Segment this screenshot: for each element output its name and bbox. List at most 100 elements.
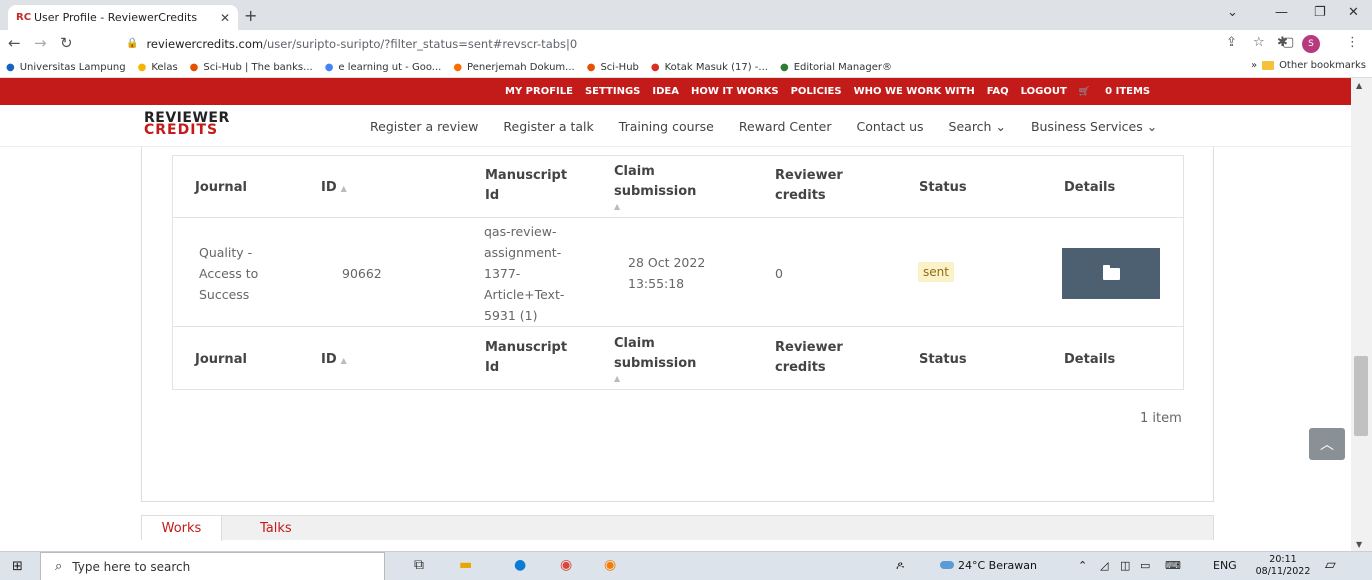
task-view-icon[interactable]: ⧉	[414, 557, 424, 573]
mainnav-item-contact-us[interactable]: Contact us	[856, 119, 923, 134]
mainnav-item-reward-center[interactable]: Reward Center	[739, 119, 832, 134]
mainnav-item-business-services[interactable]: Business Services ⌄	[1031, 119, 1157, 134]
mainnav-item-search[interactable]: Search ⌄	[949, 119, 1006, 134]
url-field[interactable]: 🔒 reviewercredits.com/user/suripto-surip…	[126, 34, 1206, 53]
network-icon[interactable]: ◿	[1100, 559, 1108, 572]
edge-icon[interactable]: ●	[514, 557, 526, 573]
new-tab-icon[interactable]: +	[244, 6, 257, 25]
col-footer-status[interactable]: Status	[919, 350, 967, 370]
tab-search-chevron-icon[interactable]: ⌄	[1227, 5, 1238, 20]
col-footer-id[interactable]: ID ▲	[321, 350, 347, 371]
reviewercredits-logo[interactable]: REVIEWER CREDITS	[144, 111, 230, 137]
back-icon[interactable]: ←	[8, 34, 21, 52]
keyboard-icon[interactable]: ⌨	[1165, 559, 1181, 572]
page-scrollbar[interactable]: ▲ ▼	[1351, 78, 1372, 551]
forward-icon[interactable]: →	[34, 34, 47, 52]
col-header-manuscript[interactable]: Manuscript Id	[485, 166, 567, 206]
col-footer-manuscript[interactable]: Manuscript Id	[485, 338, 567, 378]
details-button[interactable]	[1062, 248, 1160, 299]
col-header-id[interactable]: ID ▲	[321, 178, 347, 199]
chrome-menu-icon[interactable]: ⋮	[1346, 35, 1359, 50]
bookmark-item[interactable]: ● Universitas Lampung	[6, 62, 126, 73]
col-header-details[interactable]: Details	[1064, 178, 1115, 198]
other-bookmarks[interactable]: » Other bookmarks	[1251, 60, 1366, 71]
mainnav-item-register-a-review[interactable]: Register a review	[370, 119, 478, 134]
back-to-top-button[interactable]: ︿	[1309, 428, 1345, 460]
folder-icon	[1262, 61, 1275, 70]
col-footer-credits[interactable]: Reviewer credits	[775, 338, 843, 378]
people-icon[interactable]: ዶ	[896, 559, 904, 573]
topnav-item-my-profile[interactable]: MY PROFILE	[505, 86, 573, 97]
volume-icon[interactable]: ◫	[1120, 559, 1130, 572]
topnav-item-logout[interactable]: LOGOUT	[1021, 86, 1067, 97]
col-header-credits[interactable]: Reviewer credits	[775, 166, 843, 206]
bookmarks-overflow-icon[interactable]: »	[1251, 60, 1257, 71]
cell-journal-l3: Success	[199, 287, 250, 302]
bookmark-label: Kotak Masuk (17) -...	[664, 61, 768, 73]
col-footer-manuscript-l2: Id	[485, 360, 500, 375]
topnav-item-who-we-work-with[interactable]: WHO WE WORK WITH	[854, 86, 975, 97]
language-indicator[interactable]: ENG	[1213, 559, 1237, 572]
scrollbar-thumb[interactable]	[1354, 356, 1368, 436]
chrome-icon[interactable]: ◉	[560, 557, 572, 573]
sidepanel-icon[interactable]: ▢	[1282, 35, 1294, 50]
topnav-item-0-items[interactable]: 🛒 0 ITEMS	[1079, 86, 1150, 97]
topnav-item-idea[interactable]: IDEA	[652, 86, 679, 97]
bookmark-item[interactable]: ● Sci-Hub	[587, 62, 639, 73]
share-icon[interactable]: ⇪	[1226, 35, 1237, 50]
bookmark-item[interactable]: ● e learning ut - Goo...	[325, 62, 442, 73]
mainnav-item-training-course[interactable]: Training course	[619, 119, 714, 134]
translate-icon: ●	[453, 61, 463, 73]
topnav-item-policies[interactable]: POLICIES	[791, 86, 842, 97]
folder-icon	[1102, 264, 1120, 280]
bookmark-label: Editorial Manager®	[793, 61, 892, 73]
restore-icon[interactable]: ❐	[1314, 5, 1326, 20]
cell-journal-l1: Quality -	[199, 245, 253, 260]
mainnav-item-register-a-talk[interactable]: Register a talk	[503, 119, 593, 134]
bookmark-item[interactable]: ● Kelas	[138, 62, 178, 73]
col-footer-journal[interactable]: Journal	[195, 350, 247, 370]
topnav-item-faq[interactable]: FAQ	[987, 86, 1009, 97]
col-footer-claim-l2: submission	[614, 356, 697, 371]
reload-icon[interactable]: ↻	[60, 34, 73, 52]
weather-widget[interactable]: 24°C Berawan	[940, 559, 1037, 572]
profile-avatar[interactable]: S	[1302, 35, 1320, 53]
site-favicon-icon: RC	[16, 12, 32, 23]
taskbar-clock[interactable]: 20:11 08/11/2022	[1253, 554, 1313, 578]
bookmark-item[interactable]: ● Kotak Masuk (17) -...	[651, 62, 768, 73]
cell-claim-date: 28 Oct 2022	[628, 255, 706, 270]
col-header-journal[interactable]: Journal	[195, 178, 247, 198]
scihub-icon: ●	[189, 61, 199, 73]
tab-works[interactable]: Works	[142, 516, 222, 541]
bookmark-star-icon[interactable]: ☆	[1253, 35, 1265, 50]
scroll-down-icon[interactable]: ▼	[1356, 540, 1362, 549]
taskbar-search-input[interactable]: ⌕ Type here to search	[40, 552, 385, 580]
minimize-icon[interactable]: —	[1275, 5, 1288, 20]
brave-icon[interactable]: ◉	[604, 557, 616, 573]
bookmark-item[interactable]: ● Penerjemah Dokum...	[453, 62, 574, 73]
windows-start-icon[interactable]: ⊞	[12, 559, 23, 574]
bookmark-item[interactable]: ● Editorial Manager®	[780, 62, 892, 73]
close-tab-icon[interactable]: ✕	[220, 11, 230, 25]
windows-taskbar: ⊞ ⌕ Type here to search ⧉ ▬ ● ◉ ◉ ዶ 24°C…	[0, 551, 1372, 580]
close-window-icon[interactable]: ✕	[1348, 5, 1359, 20]
tab-talks[interactable]: Talks	[260, 516, 320, 541]
col-header-claim[interactable]: Claim submission ▲	[614, 162, 696, 212]
sort-icon: ▲	[614, 202, 621, 211]
gmail-icon: ●	[650, 61, 660, 73]
tray-overflow-icon[interactable]: ⌃	[1078, 559, 1087, 572]
notification-icon[interactable]: ▱	[1325, 557, 1336, 573]
topnav-item-how-it-works[interactable]: HOW IT WORKS	[691, 86, 779, 97]
bookmark-item[interactable]: ● Sci-Hub | The banks...	[190, 62, 313, 73]
site-header: REVIEWER CREDITS Register a review Regist…	[0, 105, 1351, 147]
file-explorer-icon[interactable]: ▬	[459, 557, 472, 573]
col-footer-details[interactable]: Details	[1064, 350, 1115, 370]
browser-tab[interactable]: RC User Profile - ReviewerCredits ✕	[8, 5, 238, 30]
col-footer-claim[interactable]: Claim submission ▲	[614, 334, 696, 384]
scroll-up-icon[interactable]: ▲	[1356, 81, 1362, 90]
col-header-status[interactable]: Status	[919, 178, 967, 198]
topnav-item-settings[interactable]: SETTINGS	[585, 86, 640, 97]
cell-manuscript-l1: qas-review-	[484, 224, 557, 239]
row-divider	[173, 326, 1183, 327]
battery-icon[interactable]: ▭	[1140, 559, 1150, 572]
